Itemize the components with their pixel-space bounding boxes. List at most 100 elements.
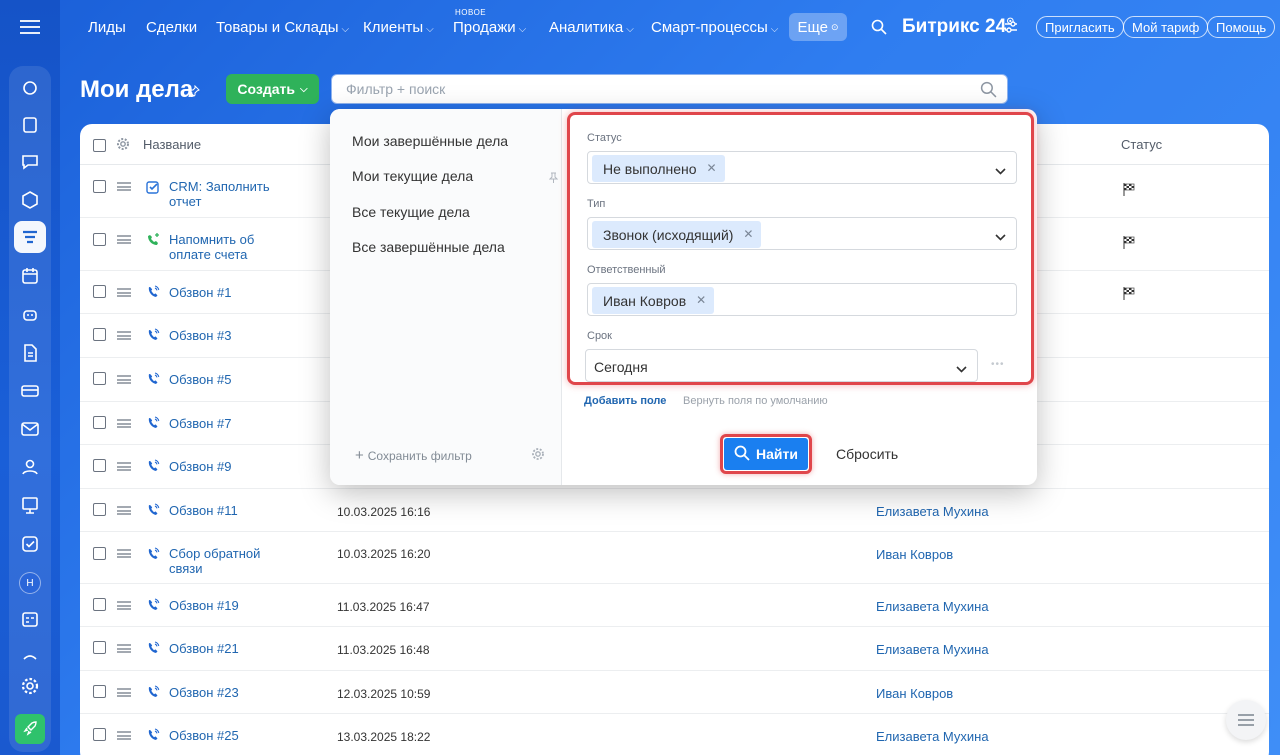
tasks-icon[interactable] [14, 109, 46, 141]
row-checkbox[interactable] [93, 547, 106, 560]
save-filter-button[interactable]: + Сохранить фильтр [355, 447, 472, 464]
nav-item-sales[interactable]: Продажи ⌵ [453, 19, 526, 36]
create-button[interactable]: Создать ⌵ [226, 74, 319, 104]
sliders-icon[interactable] [1004, 20, 1018, 39]
hexagon-icon[interactable] [14, 184, 46, 216]
row-checkbox[interactable] [93, 416, 106, 429]
more-icon[interactable]: ••• [991, 359, 1005, 370]
activity-name-link[interactable]: Обзвон #3 [169, 328, 289, 343]
drag-handle-icon[interactable] [117, 644, 131, 653]
responsible-select[interactable]: Иван Ковров ✕ [587, 283, 1017, 316]
drag-handle-icon[interactable] [117, 601, 131, 610]
find-button[interactable]: Найти [720, 434, 812, 474]
mail-icon[interactable] [14, 413, 46, 445]
card-icon[interactable] [14, 375, 46, 407]
invite-button[interactable]: Пригласить [1036, 16, 1124, 38]
tariff-button[interactable]: Мой тариф [1123, 16, 1209, 38]
close-icon[interactable]: ✕ [696, 293, 706, 307]
activity-name-link[interactable]: Обзвон #5 [169, 372, 289, 387]
drag-handle-icon[interactable] [117, 462, 131, 471]
row-checkbox[interactable] [93, 285, 106, 298]
drag-handle-icon[interactable] [117, 331, 131, 340]
activity-name-link[interactable]: Обзвон #19 [169, 598, 289, 613]
table-row[interactable]: Обзвон #11 10.03.2025 16:16 Елизавета Мухи… [80, 489, 1269, 532]
close-icon[interactable]: ✕ [707, 161, 717, 175]
gear-icon[interactable] [116, 137, 130, 156]
table-row[interactable]: Обзвон #25 13.03.2025 18:22 Елизавета Мухи… [80, 714, 1269, 755]
responsible-link[interactable]: Елизавета Мухина [876, 504, 989, 519]
chat-icon[interactable] [14, 146, 46, 178]
activity-name-link[interactable]: Обзвон #1 [169, 285, 289, 300]
drag-handle-icon[interactable] [117, 375, 131, 384]
type-select[interactable]: Звонок (исходящий) ✕ [587, 217, 1017, 250]
activity-name-link[interactable]: CRM: Заполнить отчет [169, 179, 289, 209]
table-row[interactable]: Обзвон #19 11.03.2025 16:47 Елизавета Мухи… [80, 584, 1269, 627]
pin-icon[interactable] [548, 170, 559, 188]
status-select[interactable]: Не выполнено ✕ [587, 151, 1017, 184]
document-icon[interactable] [14, 337, 46, 369]
nav-item-leads[interactable]: Лиды [88, 19, 126, 36]
search-icon[interactable] [980, 81, 997, 101]
collapse-icon[interactable] [14, 641, 46, 673]
preset-all-current[interactable]: Все текущие дела [352, 204, 470, 220]
drag-handle-icon[interactable] [117, 235, 131, 244]
activity-name-link[interactable]: Напомнить об оплате счета [169, 232, 289, 262]
crm-filter-icon[interactable] [14, 221, 46, 253]
activity-name-link[interactable]: Обзвон #21 [169, 641, 289, 656]
reset-button[interactable]: Сбросить [836, 446, 898, 462]
activity-name-link[interactable]: Обзвон #23 [169, 685, 289, 700]
row-checkbox[interactable] [93, 503, 106, 516]
preset-my-current[interactable]: Мои текущие дела [352, 168, 473, 184]
drag-handle-icon[interactable] [117, 549, 131, 558]
responsible-link[interactable]: Иван Ковров [876, 686, 953, 701]
row-checkbox[interactable] [93, 728, 106, 741]
chat-list-button[interactable] [1226, 700, 1266, 740]
drag-handle-icon[interactable] [117, 688, 131, 697]
planner-icon[interactable] [14, 603, 46, 635]
row-checkbox[interactable] [93, 372, 106, 385]
nav-item-smart-processes[interactable]: Смарт-процессы ⌵ [651, 19, 778, 36]
row-checkbox[interactable] [93, 233, 106, 246]
rocket-icon[interactable] [15, 714, 45, 744]
calendar-icon[interactable] [14, 260, 46, 292]
nav-item-analytics[interactable]: Аналитика ⌵ [549, 19, 634, 36]
search-icon[interactable] [871, 19, 887, 40]
row-checkbox[interactable] [93, 459, 106, 472]
nav-more-button[interactable]: Еще ⊙ [789, 13, 847, 41]
close-icon[interactable]: ✕ [743, 227, 753, 241]
nav-item-deals[interactable]: Сделки [146, 19, 197, 36]
drag-handle-icon[interactable] [117, 182, 131, 191]
contacts-icon[interactable] [14, 451, 46, 483]
drag-handle-icon[interactable] [117, 506, 131, 515]
nav-item-clients[interactable]: Клиенты ⌵ [363, 19, 434, 36]
gear-icon[interactable] [531, 447, 545, 466]
checkbox-icon[interactable] [14, 528, 46, 560]
responsible-link[interactable]: Елизавета Мухина [876, 729, 989, 744]
drag-handle-icon[interactable] [117, 288, 131, 297]
activity-name-link[interactable]: Обзвон #7 [169, 416, 289, 431]
drag-handle-icon[interactable] [117, 731, 131, 740]
responsible-link[interactable]: Елизавета Мухина [876, 642, 989, 657]
preset-my-completed[interactable]: Мои завершённые дела [352, 133, 508, 149]
row-checkbox[interactable] [93, 598, 106, 611]
activity-name-link[interactable]: Обзвон #9 [169, 459, 289, 474]
column-name[interactable]: Название [143, 137, 201, 152]
add-field-link[interactable]: Добавить поле [584, 395, 666, 407]
feed-icon[interactable] [14, 72, 46, 104]
avatar[interactable]: Н [19, 572, 41, 594]
responsible-link[interactable]: Елизавета Мухина [876, 599, 989, 614]
preset-all-completed[interactable]: Все завершённые дела [352, 239, 505, 255]
row-checkbox[interactable] [93, 180, 106, 193]
drag-handle-icon[interactable] [117, 419, 131, 428]
table-row[interactable]: Обзвон #23 12.03.2025 10:59 Иван Ковров [80, 671, 1269, 714]
activity-name-link[interactable]: Обзвон #11 [169, 503, 289, 518]
reset-fields-link[interactable]: Вернуть поля по умолчанию [683, 395, 828, 407]
row-checkbox[interactable] [93, 328, 106, 341]
robot-icon[interactable] [14, 298, 46, 330]
select-all-checkbox[interactable] [93, 139, 106, 152]
nav-item-products[interactable]: Товары и Склады ⌵ [216, 19, 349, 36]
row-checkbox[interactable] [93, 685, 106, 698]
pin-icon[interactable] [188, 84, 200, 102]
activity-name-link[interactable]: Обзвон #25 [169, 728, 289, 743]
table-row[interactable]: Обзвон #21 11.03.2025 16:48 Елизавета Мухи… [80, 627, 1269, 671]
